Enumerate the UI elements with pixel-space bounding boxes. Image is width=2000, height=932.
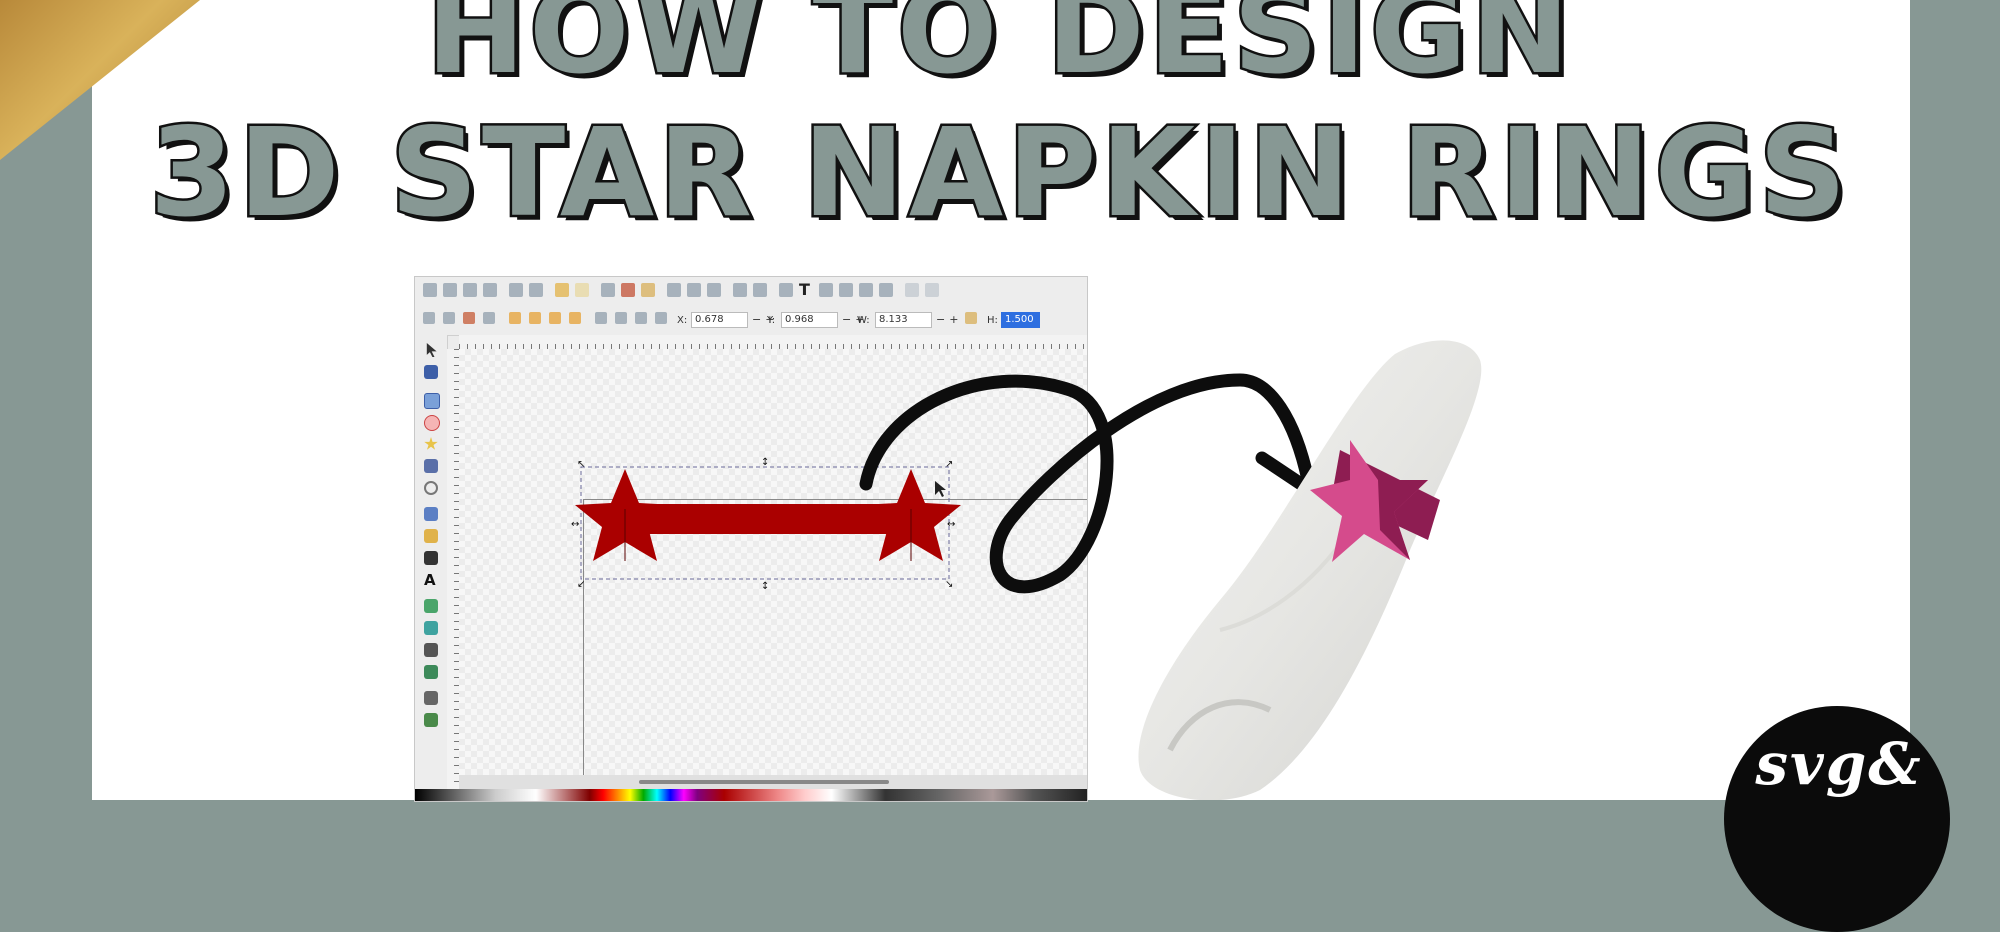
raise-icon[interactable]: [595, 312, 607, 324]
h-input[interactable]: 1.500: [1001, 312, 1040, 328]
y-field: Y: 0.968− +: [767, 312, 865, 328]
circle-tool-icon[interactable]: [424, 415, 440, 431]
drawing-canvas[interactable]: ↖ ↕ ↗ ↔ ↔ ↙ ↕ ↘: [459, 349, 1087, 801]
connecting-band[interactable]: [639, 504, 899, 534]
resize-handle-s[interactable]: ↕: [761, 581, 769, 592]
x-input[interactable]: 0.678: [691, 312, 748, 328]
save-icon[interactable]: [463, 283, 477, 297]
gradient-tool-icon[interactable]: [424, 599, 438, 613]
tweak-tool-icon[interactable]: [424, 691, 438, 705]
mouse-cursor-icon: [935, 481, 946, 497]
align-distribute-icon[interactable]: [839, 283, 853, 297]
paste-icon[interactable]: [641, 283, 655, 297]
resize-handle-se[interactable]: ↘: [945, 579, 953, 590]
title-line-1: HOW TO DESIGN: [424, 0, 1574, 103]
paint-bucket-icon[interactable]: [424, 665, 438, 679]
h-field: H: 1.500: [987, 312, 1040, 328]
new-document-icon[interactable]: [423, 283, 437, 297]
group-icon[interactable]: [733, 283, 747, 297]
resize-handle-n[interactable]: ↕: [761, 457, 769, 468]
star-tool-icon[interactable]: [424, 437, 438, 450]
w-input[interactable]: 8.133: [875, 312, 932, 328]
select-all-icon[interactable]: [423, 312, 435, 324]
zoom-icon[interactable]: [905, 283, 919, 297]
lower-to-bottom-icon[interactable]: [635, 312, 647, 324]
x-field: X: 0.678− +: [677, 312, 775, 328]
command-toolbar: T: [415, 277, 1087, 306]
scrollbar-thumb[interactable]: [639, 780, 889, 784]
unlink-clone-icon[interactable]: [707, 283, 721, 297]
dropper-tool-icon[interactable]: [424, 643, 438, 657]
selection-artwork: ↖ ↕ ↗ ↔ ↔ ↙ ↕ ↘: [571, 457, 961, 592]
3d-box-tool-icon[interactable]: [424, 459, 438, 473]
duplicate-icon[interactable]: [667, 283, 681, 297]
align-icon[interactable]: [655, 312, 667, 324]
select-in-all-layers-icon[interactable]: [443, 312, 455, 324]
pen-tool-icon[interactable]: [424, 529, 438, 543]
y-input[interactable]: 0.968: [781, 312, 838, 328]
title-line-2: 3D STAR NAPKIN RINGS: [147, 100, 1851, 247]
flip-vertical-icon[interactable]: [549, 312, 561, 324]
toolbox: A: [415, 335, 448, 801]
w-field: W: 8.133− +: [857, 312, 959, 328]
export-icon[interactable]: [529, 283, 543, 297]
inkscape-screenshot: T X: 0.678− + Y: 0.968− + W: 8.133− + H: 1.50: [414, 276, 1088, 802]
lower-icon[interactable]: [615, 312, 627, 324]
select-tool-icon[interactable]: [426, 343, 437, 357]
resize-handle-nw[interactable]: ↖: [577, 459, 585, 470]
spray-tool-icon[interactable]: [424, 713, 438, 727]
import-icon[interactable]: [509, 283, 523, 297]
ungroup-icon[interactable]: [753, 283, 767, 297]
clone-icon[interactable]: [687, 283, 701, 297]
resize-handle-w[interactable]: ↔: [571, 519, 579, 530]
text-font-icon[interactable]: T: [799, 280, 810, 299]
rect-tool-icon[interactable]: [424, 393, 440, 409]
document-properties-icon[interactable]: [879, 283, 893, 297]
rotate-ccw-icon[interactable]: [483, 312, 495, 324]
print-icon[interactable]: [483, 283, 497, 297]
cut-icon[interactable]: [621, 283, 635, 297]
brand-logo-text: svg&: [1755, 730, 1923, 798]
deselect-icon[interactable]: [463, 312, 475, 324]
horizontal-scrollbar[interactable]: [459, 775, 1087, 789]
open-file-icon[interactable]: [443, 283, 457, 297]
copy-icon[interactable]: [601, 283, 615, 297]
napkin-ring-photo: [1138, 340, 1482, 800]
resize-handle-e[interactable]: ↔: [947, 519, 955, 530]
text-tool-icon[interactable]: A: [424, 571, 438, 589]
w-decrement-button[interactable]: −: [936, 312, 945, 328]
xml-editor-icon[interactable]: [819, 283, 833, 297]
spiral-tool-icon[interactable]: [424, 481, 438, 495]
snap-icon[interactable]: [925, 283, 939, 297]
connector-tool-icon[interactable]: [424, 621, 438, 635]
node-tool-icon[interactable]: [424, 365, 438, 379]
calligraphy-tool-icon[interactable]: [424, 551, 438, 565]
pencil-tool-icon[interactable]: [424, 507, 438, 521]
rotate-cw-icon[interactable]: [509, 312, 521, 324]
resize-handle-ne[interactable]: ↗: [945, 459, 953, 470]
flip-horizontal-icon[interactable]: [529, 312, 541, 324]
undo-icon[interactable]: [555, 283, 569, 297]
w-increment-button[interactable]: +: [949, 312, 958, 328]
select-tool-controls: X: 0.678− + Y: 0.968− + W: 8.133− + H: 1.500: [415, 305, 1087, 336]
resize-handle-sw[interactable]: ↙: [577, 579, 585, 590]
color-palette[interactable]: [415, 789, 1087, 801]
fill-stroke-icon[interactable]: [779, 283, 793, 297]
preferences-icon[interactable]: [859, 283, 873, 297]
raise-to-top-icon[interactable]: [569, 312, 581, 324]
lock-ratio-icon[interactable]: [965, 312, 977, 324]
horizontal-ruler[interactable]: [459, 335, 1087, 350]
napkin-roll: [1138, 340, 1482, 800]
y-decrement-button[interactable]: −: [842, 312, 851, 328]
x-decrement-button[interactable]: −: [752, 312, 761, 328]
redo-icon[interactable]: [575, 283, 589, 297]
